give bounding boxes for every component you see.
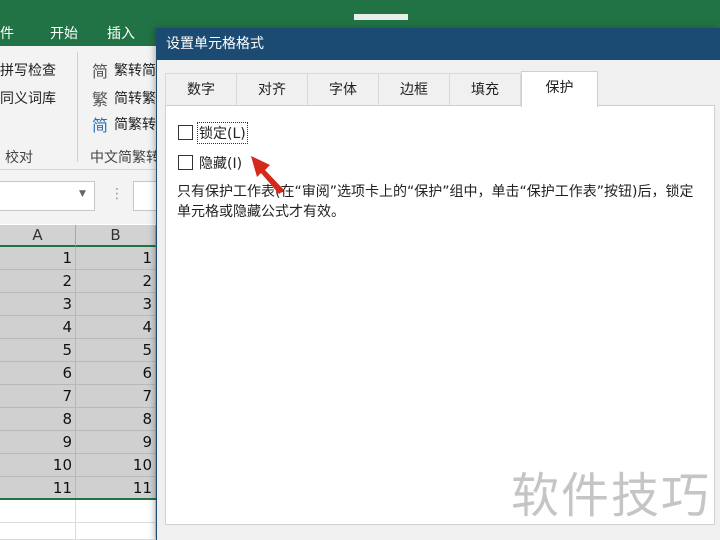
chinese-group-label: 中文简繁转 — [90, 150, 160, 166]
simplified-to-traditional-icon: 繁 — [92, 90, 109, 109]
empty-cell[interactable] — [76, 500, 156, 523]
tab-alignment[interactable]: 对齐 — [236, 73, 308, 106]
empty-cell[interactable] — [0, 523, 76, 540]
thesaurus-button[interactable]: 同义词库 — [0, 88, 56, 108]
tab-file[interactable]: 件 — [0, 23, 14, 43]
traditional-to-simplified-button[interactable]: 繁转简 — [114, 60, 156, 80]
tab-font[interactable]: 字体 — [307, 73, 379, 106]
tab-insert[interactable]: 插入 — [107, 23, 135, 43]
tab-protection[interactable]: 保护 — [521, 71, 598, 107]
convert-button[interactable]: 简繁转 — [114, 114, 156, 134]
tab-home[interactable]: 开始 — [50, 23, 78, 43]
locked-label[interactable]: 锁定(L) — [197, 122, 248, 144]
proofing-group-label: 校对 — [5, 150, 33, 166]
red-arrow-icon — [251, 156, 284, 194]
traditional-to-simplified-icon: 简 — [92, 62, 109, 81]
column-header-a[interactable]: A — [0, 225, 76, 247]
spell-check-button[interactable]: 拼写检查 — [0, 60, 56, 80]
drag-handle-icon[interactable]: ⋮ — [110, 186, 124, 202]
hidden-label[interactable]: 隐藏(I) — [198, 153, 243, 173]
selection-border — [0, 247, 156, 500]
tab-border[interactable]: 边框 — [378, 73, 450, 106]
dialog-title: 设置单元格格式 — [157, 28, 720, 60]
simplified-to-traditional-button[interactable]: 简转繁 — [114, 88, 156, 108]
locked-checkbox[interactable] — [178, 125, 193, 140]
hidden-checkbox[interactable] — [178, 155, 193, 170]
tab-number[interactable]: 数字 — [165, 73, 237, 106]
group-divider — [77, 52, 78, 162]
tab-fill[interactable]: 填充 — [449, 73, 521, 106]
watermark: 软件技巧 — [511, 468, 712, 524]
chevron-down-icon[interactable]: ▼ — [79, 189, 86, 199]
column-header-b[interactable]: B — [76, 225, 156, 247]
empty-cell[interactable] — [0, 500, 76, 523]
empty-cell[interactable] — [76, 523, 156, 540]
convert-icon: 简 — [92, 116, 109, 135]
